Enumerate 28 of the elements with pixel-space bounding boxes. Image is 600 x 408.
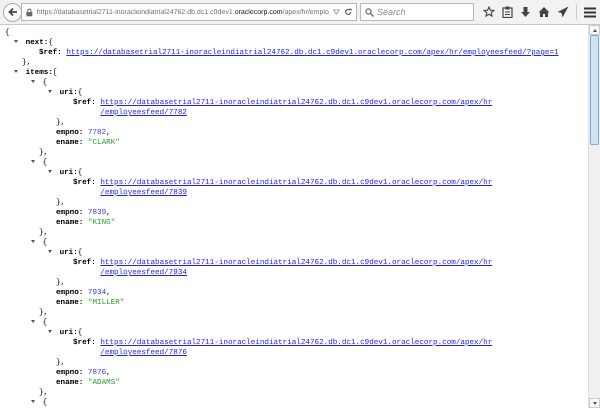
- clipboard-icon[interactable]: [502, 6, 513, 18]
- expand-triangle-icon[interactable]: [31, 320, 35, 323]
- expand-triangle-icon[interactable]: [48, 330, 52, 333]
- search-icon: [365, 8, 374, 16]
- expand-triangle-icon[interactable]: [31, 80, 35, 83]
- scrollbar[interactable]: [588, 25, 600, 408]
- back-button[interactable]: [3, 2, 22, 22]
- expand-triangle-icon[interactable]: [48, 170, 52, 173]
- expand-triangle-icon[interactable]: [31, 240, 35, 243]
- send-icon[interactable]: [557, 6, 569, 18]
- home-icon[interactable]: [538, 6, 550, 18]
- download-icon[interactable]: [520, 6, 531, 18]
- expand-triangle-icon[interactable]: [48, 90, 52, 93]
- expand-triangle-icon[interactable]: [48, 250, 52, 253]
- menu-icon[interactable]: [584, 6, 596, 18]
- expand-triangle-icon[interactable]: [14, 40, 18, 43]
- expand-triangle-icon[interactable]: [31, 400, 35, 403]
- lock-icon: [26, 8, 33, 16]
- back-arrow-icon: [8, 7, 18, 17]
- scroll-up-icon[interactable]: [589, 25, 600, 35]
- dropdown-arrow-icon[interactable]: [332, 9, 340, 15]
- star-icon[interactable]: [483, 6, 495, 18]
- scroll-thumb[interactable]: [590, 35, 599, 145]
- expand-triangle-icon[interactable]: [14, 70, 18, 73]
- reload-icon[interactable]: [344, 7, 352, 17]
- scroll-down-icon[interactable]: [589, 398, 600, 408]
- expand-triangle-icon[interactable]: [31, 160, 35, 163]
- search-field[interactable]: Search: [360, 3, 474, 21]
